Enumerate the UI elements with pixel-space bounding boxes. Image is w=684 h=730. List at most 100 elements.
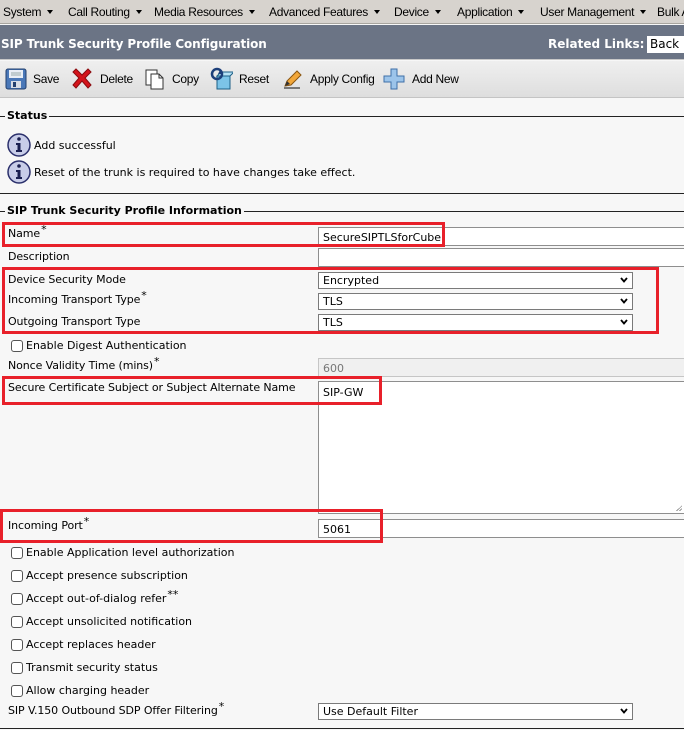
chevron-down-icon xyxy=(620,708,628,714)
transmit-security-status-row: Transmit security status xyxy=(11,661,158,674)
enable-digest-authentication-row: Enable Digest Authentication xyxy=(11,339,187,352)
caret-down-icon xyxy=(373,9,380,14)
add-new-button[interactable]: Add New xyxy=(382,67,459,91)
save-button[interactable]: Save xyxy=(5,67,59,91)
menu-application[interactable]: Application xyxy=(457,5,525,19)
caret-down-icon xyxy=(248,9,255,14)
copy-icon xyxy=(145,69,164,90)
menu-call-routing[interactable]: Call Routing xyxy=(68,5,142,19)
menu-label: Media Resources xyxy=(154,5,243,19)
menu-device[interactable]: Device xyxy=(394,5,441,19)
caret-down-icon xyxy=(135,9,142,14)
menu-label: User Management xyxy=(540,5,635,19)
status-message: Reset of the trunk is required to have c… xyxy=(7,160,355,184)
checkbox-label: Accept presence subscription xyxy=(26,569,188,582)
accept-replaces-header-checkbox[interactable] xyxy=(11,638,23,651)
enable-application-level-authorization-checkbox[interactable] xyxy=(11,546,23,559)
accept-out-of-dialog-refer-checkbox[interactable] xyxy=(11,592,23,605)
name-input[interactable]: SecureSIPTLSforCube xyxy=(318,227,684,246)
incoming-transport-type-select[interactable]: TLS xyxy=(318,293,633,310)
secure-certificate-subject-label: Secure Certificate Subject or Subject Al… xyxy=(8,381,296,394)
status-text: Add successful xyxy=(34,138,116,152)
allow-charging-header-checkbox[interactable] xyxy=(11,684,23,697)
resize-grip-icon[interactable] xyxy=(676,505,682,511)
menu-bulk-administration[interactable]: Bulk A xyxy=(657,5,684,19)
menu-advanced-features[interactable]: Advanced Features xyxy=(269,5,380,19)
page-title: SIP Trunk Security Profile Configuration xyxy=(1,37,267,51)
chevron-down-icon xyxy=(620,319,628,325)
chevron-down-icon xyxy=(620,277,628,283)
menu-label: Call Routing xyxy=(68,5,130,19)
required-marker: * xyxy=(154,355,160,368)
required-marker: ** xyxy=(167,588,179,601)
enable-digest-authentication-checkbox[interactable] xyxy=(11,339,23,352)
copy-label: Copy xyxy=(172,72,199,86)
caret-down-icon xyxy=(47,9,54,14)
accept-unsolicited-notification-row: Accept unsolicited notification xyxy=(11,615,192,628)
incoming-port-input[interactable]: 5061 xyxy=(318,519,684,538)
nonce-validity-time-input: 600 xyxy=(318,358,684,377)
device-security-mode-label: Device Security Mode xyxy=(8,273,126,286)
reset-button[interactable]: Reset xyxy=(209,67,269,91)
related-links-select[interactable]: Back xyxy=(647,36,684,53)
info-icon xyxy=(7,133,31,157)
select-value: TLS xyxy=(323,316,343,329)
status-legend: Status xyxy=(5,109,50,122)
pencil-icon xyxy=(284,70,302,89)
save-label: Save xyxy=(33,72,60,86)
secure-certificate-subject-textarea[interactable]: SIP-GW xyxy=(318,381,684,514)
copy-button[interactable]: Copy xyxy=(144,67,199,91)
status-text: Reset of the trunk is required to have c… xyxy=(34,165,356,179)
menu-user-management[interactable]: User Management xyxy=(540,5,647,19)
bottom-divider xyxy=(0,728,684,729)
incoming-port-label: Incoming Port* xyxy=(8,515,90,532)
menu-system[interactable]: System xyxy=(3,5,54,19)
checkbox-label: Enable Application level authorization xyxy=(26,546,235,559)
nonce-validity-time-label: Nonce Validity Time (mins)* xyxy=(8,355,160,372)
select-value: TLS xyxy=(323,295,343,308)
required-marker: * xyxy=(41,223,47,236)
accept-unsolicited-notification-checkbox[interactable] xyxy=(11,615,23,628)
status-divider xyxy=(0,116,684,117)
outgoing-transport-type-select[interactable]: TLS xyxy=(318,314,633,331)
checkbox-label: Allow charging header xyxy=(26,684,150,697)
sdp-offer-filtering-label: SIP V.150 Outbound SDP Offer Filtering* xyxy=(8,700,225,717)
status-message: Add successful xyxy=(7,133,116,157)
related-links-label: Related Links: xyxy=(548,37,645,51)
delete-button[interactable]: Delete xyxy=(70,67,133,91)
chevron-down-icon xyxy=(620,298,628,304)
name-label: Name* xyxy=(8,223,47,240)
menu-bar: System Call Routing Media Resources Adva… xyxy=(0,0,684,24)
incoming-transport-type-label: Incoming Transport Type* xyxy=(8,289,147,306)
accept-replaces-header-row: Accept replaces header xyxy=(11,638,156,651)
enable-application-level-authorization-row: Enable Application level authorization xyxy=(11,546,234,559)
checkbox-label: Accept replaces header xyxy=(26,638,156,651)
page-header: SIP Trunk Security Profile Configuration… xyxy=(0,25,684,60)
caret-down-icon xyxy=(518,9,525,14)
reset-icon xyxy=(210,67,233,90)
apply-config-label: Apply Config xyxy=(310,72,375,86)
menu-media-resources[interactable]: Media Resources xyxy=(154,5,255,19)
sdp-offer-filtering-select[interactable]: Use Default Filter xyxy=(318,703,633,720)
checkbox-label: Accept out-of-dialog refer xyxy=(26,592,167,605)
checkbox-label: Transmit security status xyxy=(26,661,158,674)
plus-icon xyxy=(383,68,405,90)
device-security-mode-select[interactable]: Encrypted xyxy=(318,272,633,289)
textarea-value: SIP-GW xyxy=(323,386,364,399)
checkbox-label: Accept unsolicited notification xyxy=(26,615,193,628)
transmit-security-status-checkbox[interactable] xyxy=(11,661,23,674)
checkbox-label: Enable Digest Authentication xyxy=(26,339,187,352)
menu-label: Device xyxy=(394,5,429,19)
add-new-label: Add New xyxy=(412,72,459,86)
profile-legend: SIP Trunk Security Profile Information xyxy=(5,204,244,217)
save-icon xyxy=(5,68,27,90)
select-value: Use Default Filter xyxy=(323,705,418,718)
accept-presence-subscription-checkbox[interactable] xyxy=(11,569,23,582)
apply-config-button[interactable]: Apply Config xyxy=(282,67,375,91)
toolbar: Save Delete Copy Reset Apply Config Add … xyxy=(0,61,684,98)
description-input[interactable] xyxy=(318,248,684,267)
required-marker: * xyxy=(218,700,225,713)
select-value: Encrypted xyxy=(323,274,380,287)
accept-out-of-dialog-refer-row: Accept out-of-dialog refer ** xyxy=(11,588,178,605)
menu-label: Bulk A xyxy=(657,5,684,19)
